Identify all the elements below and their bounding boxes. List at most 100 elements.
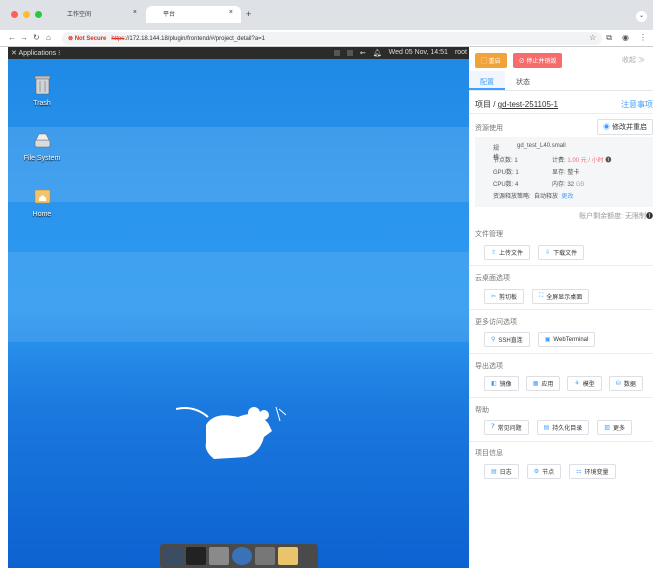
clipboard-button[interactable]: ✂ 剪切板 — [484, 289, 525, 304]
section-title: 帮助 — [475, 407, 489, 414]
new-tab-icon[interactable]: + — [246, 9, 251, 19]
restart-button[interactable]: ▢ 重启 — [475, 53, 507, 68]
home-folder-icon — [34, 189, 50, 204]
stop-destroy-button[interactable]: ⊘ 停止并销毁 — [512, 53, 563, 68]
user-name[interactable]: root — [455, 49, 467, 57]
url-input[interactable]: ⊗ Not Secure https://172.18.144.18/plugi… — [62, 32, 602, 45]
divider — [469, 309, 653, 310]
workspace-icon[interactable] — [346, 50, 353, 56]
tab-status[interactable]: 状态 — [505, 71, 541, 90]
desktop-icon-file-system[interactable]: File System — [17, 130, 67, 162]
info-icon[interactable]: ❶ — [646, 213, 653, 220]
reload-icon[interactable]: ↻ — [33, 33, 40, 42]
desktop-icon-label: Home — [32, 211, 52, 218]
mem-value: 32 — [567, 182, 575, 188]
close-tab-icon[interactable]: × — [133, 9, 137, 16]
security-warning[interactable]: ⊗ Not Secure — [68, 35, 106, 42]
desktop-icon-home[interactable]: Home — [17, 186, 67, 218]
modify-restart-button[interactable]: ◉ 修改并重启 — [597, 119, 653, 135]
book-icon: ▤ — [543, 425, 550, 431]
section-title: 项目信息 — [475, 450, 503, 457]
gpu-count: GPU数: 1 — [493, 170, 519, 176]
log-button[interactable]: ▤ 日志 — [484, 464, 519, 479]
terminal-icon[interactable] — [186, 547, 206, 565]
download-icon: ⇩ — [545, 250, 551, 256]
clock[interactable]: Wed 05 Nov, 14:51 — [389, 49, 448, 57]
app-finder-icon[interactable] — [255, 547, 275, 565]
wallpaper-band — [8, 252, 469, 342]
node-button[interactable]: ⚙ 节点 — [526, 464, 562, 479]
tab-workspace[interactable]: 工作空间 × — [50, 6, 145, 22]
tab-config[interactable]: 配置 — [469, 71, 505, 90]
window-controls[interactable] — [11, 11, 42, 18]
divider — [469, 353, 653, 354]
upload-file-button[interactable]: ⇧ 上传文件 — [484, 245, 531, 260]
remote-desktop[interactable]: ✕ Applications ⁝ ⇜ 🔔︎ Wed 05 Nov, 14:51 … — [8, 47, 469, 568]
divider — [469, 113, 653, 114]
drive-icon — [34, 133, 50, 148]
tab-menu-icon[interactable]: ⌄ — [636, 11, 647, 22]
persist-dir-button[interactable]: ▤ 持久化目录 — [536, 420, 590, 435]
trash-icon — [34, 75, 50, 95]
web-browser-icon[interactable] — [232, 547, 252, 565]
profile-icon[interactable]: ◉ — [622, 33, 629, 43]
resource-summary: 规格: gd_test_L40.small 节点数: 1 计费: 1.00 元 / … — [475, 137, 653, 207]
bookmark-star-icon[interactable]: ☆ — [589, 33, 596, 43]
panel-tabs: 配置 状态 — [469, 71, 653, 91]
section-title: 云桌面选项 — [475, 275, 510, 282]
project-panel: ▢ 重启 ⊘ 停止并销毁 收起 ≫ 配置 状态 项目 / gd-test-251… — [469, 47, 653, 568]
breadcrumb: 项目 / gd-test-251105-1 — [475, 100, 559, 109]
node-count: 节点数: 1 — [493, 158, 518, 164]
home-icon[interactable]: ⌂ — [46, 33, 51, 42]
export-app-button[interactable]: ▦ 应用 — [525, 376, 561, 391]
section-title: 资源使用 — [475, 125, 503, 132]
tab-platform[interactable]: 平台 × — [146, 6, 241, 23]
project-link[interactable]: gd-test-251105-1 — [498, 100, 558, 109]
link-icon: ⚲ — [491, 337, 496, 343]
spec-value: gd_test_L40.small — [517, 143, 566, 149]
show-desktop-icon[interactable] — [163, 547, 183, 565]
notification-bell-icon[interactable]: 🔔︎ — [373, 49, 382, 57]
export-data-button[interactable]: ⛁ 数据 — [608, 376, 643, 391]
menu-icon[interactable]: ⋮ — [639, 33, 647, 43]
minimize-window-icon[interactable] — [23, 11, 30, 18]
env-var-button[interactable]: ⚏ 环境变量 — [569, 464, 616, 479]
xfce-mouse-logo-icon — [176, 406, 287, 459]
export-mirror-button[interactable]: ◧ 镜像 — [484, 376, 519, 391]
notice-link[interactable]: 注意事项 — [621, 99, 653, 110]
download-file-button[interactable]: ⇩ 下载文件 — [538, 245, 585, 260]
applications-menu[interactable]: ✕ Applications ⁝ — [11, 49, 60, 57]
fullscreen-button[interactable]: ⛶ 全屏显示桌面 — [532, 289, 590, 304]
fee-value: 1.00 元 / 小时 — [567, 158, 604, 164]
close-tab-icon[interactable]: × — [229, 9, 233, 16]
ssh-button[interactable]: ⚲ SSH直连 — [484, 332, 530, 347]
info-icon[interactable]: ❶ — [605, 158, 611, 164]
fullscreen-icon: ⛶ — [539, 293, 544, 299]
faq-button[interactable]: ❓︎ 常见问题 — [484, 420, 529, 435]
file-manager-icon[interactable] — [209, 547, 229, 565]
workspace-icon[interactable] — [333, 50, 340, 56]
node-icon: ⚙ — [533, 469, 540, 475]
network-icon[interactable]: ⇜ — [360, 49, 366, 57]
extensions-icon[interactable]: ⧉ — [606, 33, 612, 43]
restart-icon: ▢ — [481, 59, 489, 65]
divider — [469, 441, 653, 442]
forward-icon[interactable]: → — [20, 33, 28, 42]
folder-icon[interactable] — [278, 547, 298, 565]
section-title: 文件管理 — [475, 231, 503, 238]
back-icon[interactable]: ← — [8, 33, 16, 42]
webterminal-button[interactable]: ▣ WebTerminal — [537, 332, 596, 347]
collapse-button[interactable]: 收起 ≫ — [622, 55, 645, 65]
export-model-button[interactable]: ⚘ 模型 — [567, 376, 602, 391]
terminal-icon: ▣ — [544, 337, 551, 343]
cpu-count: CPU数: 4 — [493, 182, 519, 188]
database-icon: ⛁ — [615, 381, 621, 387]
release-change-link[interactable]: 更改 — [561, 191, 573, 203]
maximize-window-icon[interactable] — [35, 11, 42, 18]
more-button[interactable]: ▥ 更多 — [597, 420, 632, 435]
tab-label: 工作空间 — [67, 12, 92, 18]
close-window-icon[interactable] — [11, 11, 18, 18]
model-icon: ⚘ — [574, 381, 580, 387]
desktop-icon-trash[interactable]: Trash — [17, 75, 67, 107]
vram-value: 整卡 — [567, 170, 580, 176]
